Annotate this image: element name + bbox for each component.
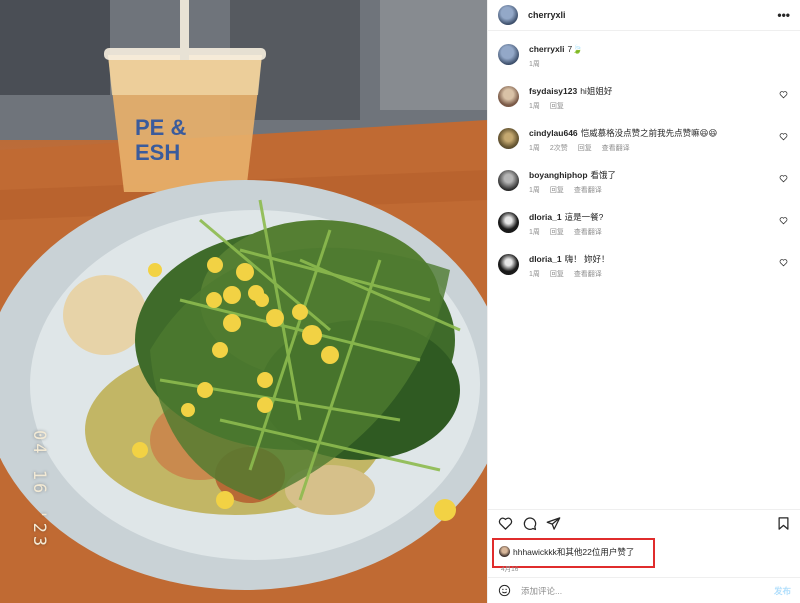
author-username[interactable]: cherryxli bbox=[528, 10, 566, 20]
see-translation-button[interactable]: 查看翻译 bbox=[602, 145, 630, 152]
heart-icon[interactable] bbox=[779, 90, 788, 99]
heart-icon[interactable] bbox=[779, 258, 788, 267]
cup-print-line1: PE & bbox=[135, 115, 186, 140]
comment-username[interactable]: dloria_1 bbox=[529, 254, 562, 264]
more-options-icon[interactable]: ••• bbox=[777, 8, 790, 22]
comment-time[interactable]: 1周 bbox=[529, 103, 540, 110]
caption-text: 7🍃 bbox=[567, 44, 583, 54]
comment-text: 恺威慕格没点赞之前我先点赞嘛😆😆 bbox=[580, 128, 718, 138]
heart-icon[interactable] bbox=[779, 174, 788, 183]
commenter-avatar[interactable] bbox=[498, 254, 519, 275]
post-photo: PE & ESH 04 16 '23 bbox=[0, 0, 487, 603]
comment-username[interactable]: boyanghiphop bbox=[529, 170, 588, 180]
comment-time[interactable]: 1周 bbox=[529, 187, 540, 194]
post-caption: cherryxli 7🍃 1周 bbox=[498, 43, 791, 69]
heart-icon[interactable] bbox=[498, 516, 513, 531]
commenter-avatar[interactable] bbox=[498, 170, 519, 191]
see-translation-button[interactable]: 查看翻译 bbox=[574, 229, 602, 236]
post-actions-bar bbox=[488, 509, 800, 537]
post-detail-panel: cherryxli ••• cherryxli 7🍃 1周 fsydaisy123… bbox=[487, 0, 800, 603]
comment-username[interactable]: cindylau646 bbox=[529, 128, 578, 138]
reply-button[interactable]: 回复 bbox=[578, 145, 592, 152]
see-translation-button[interactable]: 查看翻译 bbox=[574, 187, 602, 194]
post-date[interactable]: 4月16 bbox=[499, 563, 648, 573]
comment-text: hi姐姐好 bbox=[580, 86, 613, 96]
commenter-avatar[interactable] bbox=[498, 86, 519, 107]
comment-item: dloria_1 嗨！ 妳好！ 1周 回复 查看翻译 bbox=[498, 253, 791, 279]
food-photo-illustration: PE & ESH bbox=[0, 0, 487, 603]
reply-button[interactable]: 回复 bbox=[550, 103, 564, 110]
comment-item: fsydaisy123 hi姐姐好 1周 回复 bbox=[498, 85, 791, 111]
emoji-icon[interactable] bbox=[498, 584, 511, 597]
comment-username[interactable]: dloria_1 bbox=[529, 212, 562, 222]
comment-input[interactable] bbox=[521, 585, 774, 596]
comment-text: 嗨！ 妳好！ bbox=[564, 254, 610, 264]
caption-avatar[interactable] bbox=[498, 44, 519, 65]
see-translation-button[interactable]: 查看翻译 bbox=[574, 271, 602, 278]
photo-date-stamp: 04 16 '23 bbox=[29, 430, 49, 550]
reply-button[interactable]: 回复 bbox=[550, 229, 564, 236]
comment-item: dloria_1 這是一餐? 1周 回复 查看翻译 bbox=[498, 211, 791, 237]
likes-summary-highlight: hhhawickkk和其他22位用户赞了 4月16 bbox=[492, 538, 655, 573]
comment-likes-count[interactable]: 2次赞 bbox=[550, 145, 568, 152]
comment-username[interactable]: fsydaisy123 bbox=[529, 86, 577, 96]
comment-text: 看饿了 bbox=[590, 170, 617, 180]
comment-time[interactable]: 1周 bbox=[529, 271, 540, 278]
heart-icon[interactable] bbox=[779, 132, 788, 141]
reply-button[interactable]: 回复 bbox=[550, 187, 564, 194]
commenter-avatar[interactable] bbox=[498, 212, 519, 233]
bookmark-icon[interactable] bbox=[776, 516, 791, 531]
comment-time[interactable]: 1周 bbox=[529, 145, 540, 152]
comment-item: cindylau646 恺威慕格没点赞之前我先点赞嘛😆😆 1周 2次赞 回复 查看… bbox=[498, 127, 791, 153]
liker-avatar[interactable] bbox=[499, 546, 510, 558]
reply-button[interactable]: 回复 bbox=[550, 271, 564, 278]
post-header: cherryxli ••• bbox=[488, 0, 800, 31]
post-comment-button[interactable]: 发布 bbox=[774, 585, 791, 597]
comment-text: 這是一餐? bbox=[564, 212, 604, 222]
author-avatar[interactable] bbox=[498, 5, 518, 25]
comment-time[interactable]: 1周 bbox=[529, 229, 540, 236]
send-icon[interactable] bbox=[546, 516, 561, 531]
comment-item: boyanghiphop 看饿了 1周 回复 查看翻译 bbox=[498, 169, 791, 195]
add-comment-bar: 发布 bbox=[488, 577, 800, 603]
caption-username[interactable]: cherryxli bbox=[529, 44, 564, 54]
comment-icon[interactable] bbox=[522, 516, 537, 531]
cup-print-line2: ESH bbox=[135, 140, 180, 165]
likes-summary-text[interactable]: hhhawickkk和其他22位用户赞了 bbox=[513, 547, 634, 557]
commenter-avatar[interactable] bbox=[498, 128, 519, 149]
heart-icon[interactable] bbox=[779, 216, 788, 225]
caption-time[interactable]: 1周 bbox=[529, 61, 540, 68]
comments-list[interactable]: cherryxli 7🍃 1周 fsydaisy123 hi姐姐好 1周 回复 ci… bbox=[488, 31, 800, 509]
